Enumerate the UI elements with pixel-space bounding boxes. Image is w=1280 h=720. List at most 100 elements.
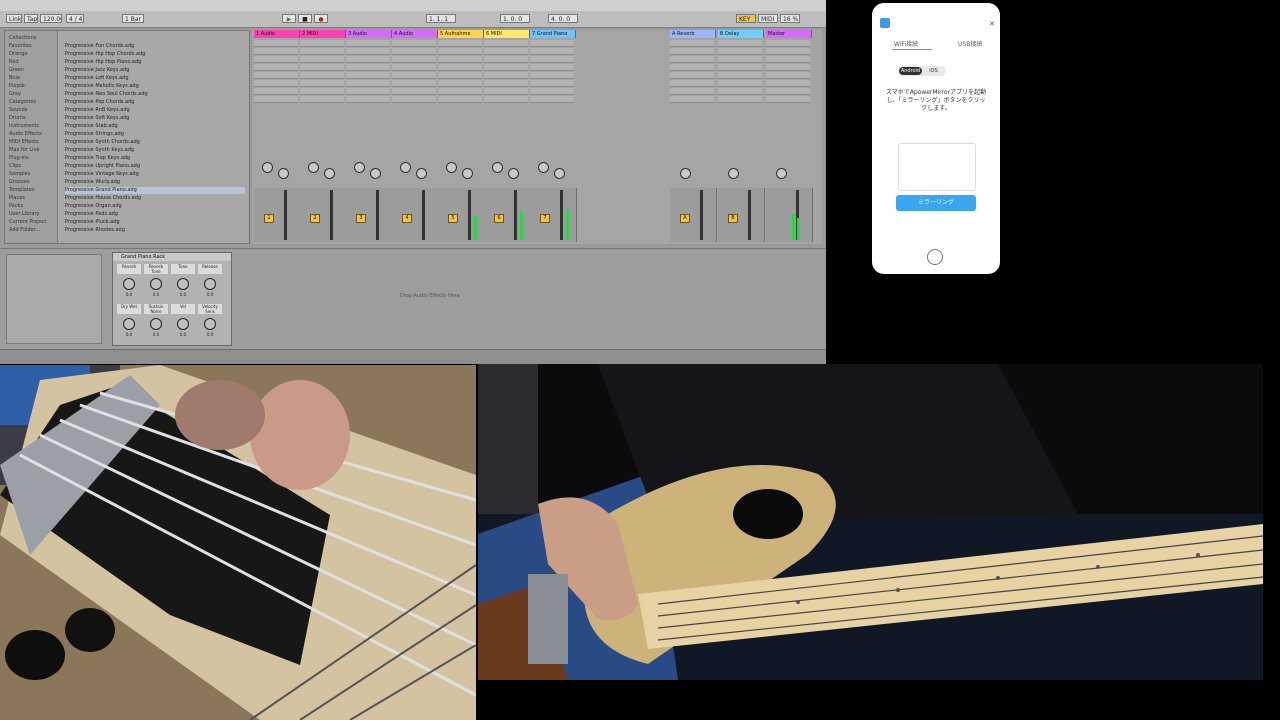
browser-file-item[interactable]: Progressive Stab.adg <box>65 123 245 130</box>
browser-category[interactable]: Red <box>9 59 53 66</box>
quantize-menu[interactable]: 1 Bar <box>122 14 144 23</box>
browser-category[interactable]: Grooves <box>9 179 53 186</box>
macro-control[interactable]: Tone 0.0 <box>171 264 195 301</box>
browser-category[interactable]: Max for Live <box>9 147 53 154</box>
browser-file-item[interactable]: Progressive Jazz Keys.adg <box>65 67 245 74</box>
device-view: Grand Piano Rack Reverb 0.0 Reverb Tone 0.0… <box>0 248 826 349</box>
browser-category[interactable]: Places <box>9 195 53 202</box>
browser-category[interactable]: Categories <box>9 99 53 106</box>
macro-knob[interactable] <box>177 318 189 330</box>
macro-label: Sustain Noise <box>144 304 168 314</box>
browser-file-item[interactable]: Progressive House Chords.adg <box>65 195 245 202</box>
browser-file-item[interactable]: Progressive Hip Hop Piano.adg <box>65 59 245 66</box>
macro-value: 0.0 <box>206 332 214 337</box>
macro-control[interactable]: Sustain Noise 0.0 <box>144 304 168 341</box>
browser-file-item[interactable]: Progressive Synth Keys.adg <box>65 147 245 154</box>
record-button[interactable]: ● <box>314 14 328 23</box>
browser-category[interactable]: Gray <box>9 91 53 98</box>
browser-category[interactable]: Clips <box>9 163 53 170</box>
link-button[interactable]: Link <box>6 14 22 23</box>
macro-value: 0.0 <box>152 292 160 297</box>
browser-file-item[interactable]: Progressive Vintage Keys.adg <box>65 171 245 178</box>
browser-file-item[interactable]: Progressive Wurly.adg <box>65 179 245 186</box>
browser-file-item[interactable]: Progressive Strings.adg <box>65 131 245 138</box>
active-tab-indicator <box>892 49 932 50</box>
browser-category[interactable]: Favorites <box>9 43 53 50</box>
browser-category[interactable]: Orange <box>9 51 53 58</box>
midi-map-button[interactable]: MIDI <box>758 14 778 23</box>
bass-closeup-image <box>0 365 476 720</box>
macro-control[interactable]: Velocity Sens 0.0 <box>198 304 222 341</box>
daw-window: Link Tap 120.00 4 / 4 1 Bar ▶ ■ ● 1. 1. … <box>0 0 826 364</box>
browser-category[interactable]: Blue <box>9 75 53 82</box>
browser-file-item[interactable]: Progressive Upright Piano.adg <box>65 163 245 170</box>
macro-control[interactable]: Release 0.0 <box>198 264 222 301</box>
browser-file-item[interactable]: Progressive Pluck.adg <box>65 219 245 226</box>
macro-knob[interactable] <box>177 278 189 290</box>
browser-file-item[interactable]: Progressive Soft Keys.adg <box>65 115 245 122</box>
browser-category[interactable]: User Library <box>9 211 53 218</box>
phone-mirror-app: ✕ WiFi接続 USB接続 Android iOS スマホでApowerMir… <box>872 3 1000 274</box>
browser-category[interactable]: Plug-ins <box>9 155 53 162</box>
macro-control[interactable]: Dry Wet 0.0 <box>117 304 141 341</box>
browser-category[interactable]: Current Project <box>9 219 53 226</box>
status-bar <box>0 349 826 364</box>
time-signature[interactable]: 4 / 4 <box>66 14 84 23</box>
macro-knob[interactable] <box>123 318 135 330</box>
browser-file-item[interactable]: Progressive RnB Keys.adg <box>65 107 245 114</box>
browser-file-item[interactable]: Progressive Lofi Keys.adg <box>65 75 245 82</box>
browser-file-item[interactable]: Progressive Melodic Keys.adg <box>65 83 245 90</box>
control-bar: Link Tap 120.00 4 / 4 1 Bar ▶ ■ ● 1. 1. … <box>0 11 826 28</box>
browser-category[interactable]: MIDI Effects <box>9 139 53 146</box>
browser-category[interactable]: Collections <box>9 35 53 42</box>
close-icon[interactable]: ✕ <box>989 20 995 28</box>
browser-file-item[interactable]: Progressive Synth Chords.adg <box>65 139 245 146</box>
browser-category[interactable]: Purple <box>9 83 53 90</box>
macro-knob[interactable] <box>150 318 162 330</box>
browser-file-item[interactable]: Progressive Rhodes.adg <box>65 227 245 234</box>
mirroring-button[interactable]: ミラーリング <box>896 195 976 211</box>
browser-category[interactable]: Sounds <box>9 107 53 114</box>
browser-category[interactable]: Drums <box>9 115 53 122</box>
arrangement-position[interactable]: 1. 1. 1 <box>426 14 456 23</box>
macro-knob[interactable] <box>204 278 216 290</box>
browser-category[interactable]: Green <box>9 67 53 74</box>
macro-value: 0.0 <box>179 292 187 297</box>
macro-control[interactable]: Reverb Tone 0.0 <box>144 264 168 301</box>
browser-category[interactable]: Audio Effects <box>9 131 53 138</box>
home-button[interactable] <box>927 249 943 265</box>
browser-file-item[interactable]: Progressive Grand Piano.adg <box>65 187 245 194</box>
stop-button[interactable]: ■ <box>298 14 312 23</box>
key-map-button[interactable]: KEY <box>736 14 756 23</box>
browser-category[interactable]: Templates <box>9 187 53 194</box>
macro-value: 0.0 <box>152 332 160 337</box>
browser-file-item[interactable]: Progressive Fun Chords.adg <box>65 43 245 50</box>
browser-file-item[interactable]: Progressive Organ.adg <box>65 203 245 210</box>
tap-button[interactable]: Tap <box>24 14 38 23</box>
macro-control[interactable]: Reverb 0.0 <box>117 264 141 301</box>
browser-file-item[interactable]: Progressive Hip Hop Chords.adg <box>65 51 245 58</box>
browser-category[interactable]: Packs <box>9 203 53 210</box>
play-button[interactable]: ▶ <box>282 14 296 23</box>
macro-label: Tone <box>171 264 195 274</box>
tempo-field[interactable]: 120.00 <box>40 14 62 23</box>
browser-category[interactable]: Samples <box>9 171 53 178</box>
tab-usb[interactable]: USB接続 <box>958 39 982 48</box>
loop-start[interactable]: 1. 0. 0 <box>500 14 530 23</box>
macro-control[interactable]: Vel 0.0 <box>171 304 195 341</box>
browser-category[interactable]: Instruments <box>9 123 53 130</box>
toggle-android[interactable]: Android <box>899 67 922 75</box>
toggle-ios[interactable]: iOS <box>922 67 945 75</box>
macro-label: Dry Wet <box>117 304 141 314</box>
browser-category[interactable]: Add Folder... <box>9 227 53 234</box>
macro-knob[interactable] <box>204 318 216 330</box>
browser-file-item[interactable]: Progressive Trap Keys.adg <box>65 155 245 162</box>
browser-file-item[interactable]: Progressive Pads.adg <box>65 211 245 218</box>
macro-knob[interactable] <box>123 278 135 290</box>
browser-file-item[interactable]: Progressive Pop Chords.adg <box>65 99 245 106</box>
macro-value: 0.0 <box>179 332 187 337</box>
loop-length[interactable]: 4. 0. 0 <box>548 14 578 23</box>
tab-wifi[interactable]: WiFi接続 <box>894 39 918 48</box>
browser-file-item[interactable]: Progressive Neo Soul Chords.adg <box>65 91 245 98</box>
macro-knob[interactable] <box>150 278 162 290</box>
